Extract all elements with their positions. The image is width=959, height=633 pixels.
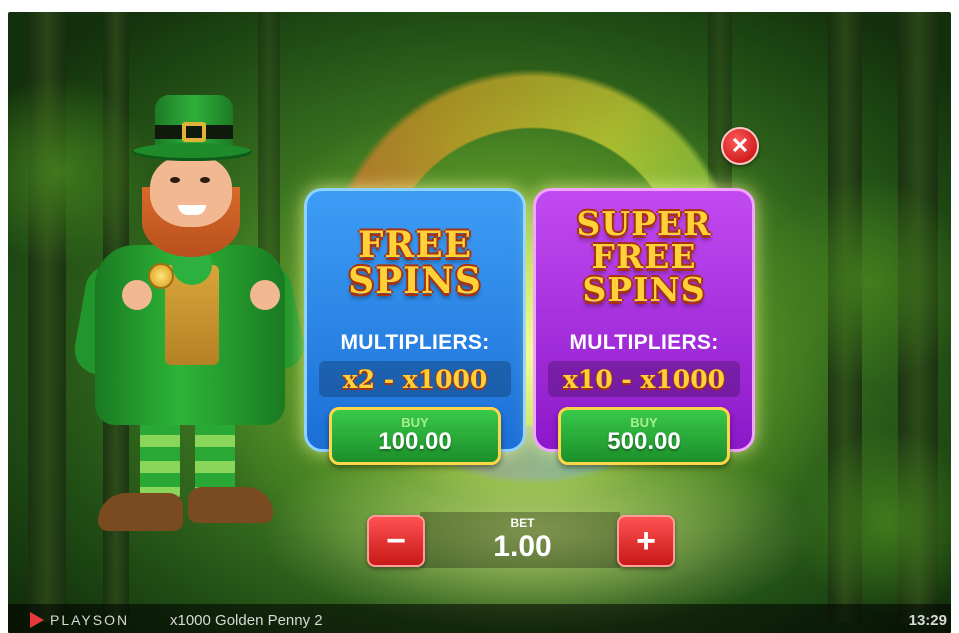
- super-free-spins-card: SUPER FREE SPINS MULTIPLIERS: x10 - x100…: [533, 188, 755, 465]
- multipliers-value: x2 - x1000: [319, 361, 511, 397]
- leprechaun-hand: [250, 280, 280, 310]
- increase-bet-button[interactable]: +: [617, 515, 675, 567]
- playson-logo-icon: [30, 612, 44, 628]
- leprechaun-character: [70, 95, 309, 555]
- multipliers-label: MULTIPLIERS:: [569, 331, 719, 354]
- card-title-line: FREE: [357, 224, 473, 266]
- card-title-line: SPINS: [348, 260, 482, 302]
- free-spins-card: FREE SPINS MULTIPLIERS: x2 - x1000 BUY 1…: [304, 188, 526, 465]
- game-title: x1000 Golden Penny 2: [170, 612, 323, 629]
- hat-brim: [132, 143, 252, 161]
- foliage: [768, 172, 951, 392]
- buy-super-free-spins-button[interactable]: BUY 500.00: [558, 407, 730, 465]
- card-title-line: SPINS: [582, 270, 706, 309]
- buy-free-spins-button[interactable]: BUY 100.00: [329, 407, 501, 465]
- multipliers-value: x10 - x1000: [548, 361, 740, 397]
- leprechaun-eye: [200, 177, 210, 183]
- card-title-line: FREE: [591, 237, 697, 276]
- minus-icon: −: [386, 521, 406, 560]
- close-button[interactable]: ✕: [721, 127, 759, 165]
- buy-price: 100.00: [378, 428, 452, 456]
- brand-logo: PLAYSON: [30, 612, 129, 628]
- clock: 13:29: [908, 612, 947, 629]
- footer-bar: [8, 604, 951, 633]
- card-title: FREE SPINS: [307, 227, 523, 299]
- card-title-line: SUPER: [576, 204, 712, 243]
- card-title: SUPER FREE SPINS: [536, 207, 752, 306]
- plus-icon: +: [636, 521, 656, 560]
- leprechaun-shoe: [98, 493, 183, 531]
- hat-buckle: [182, 122, 206, 142]
- close-icon: ✕: [730, 133, 750, 158]
- buy-price: 500.00: [607, 428, 681, 456]
- decrease-bet-button[interactable]: −: [367, 515, 425, 567]
- multipliers-label: MULTIPLIERS:: [340, 331, 490, 354]
- leprechaun-hand: [122, 280, 152, 310]
- leprechaun-head: [150, 155, 232, 227]
- bet-value: 1.00: [493, 530, 552, 563]
- leprechaun-shoe: [188, 487, 273, 523]
- brand-name: PLAYSON: [50, 612, 130, 628]
- bet-label: BET: [510, 516, 535, 530]
- leprechaun-eye: [170, 177, 180, 183]
- gold-coin-icon: [148, 263, 174, 289]
